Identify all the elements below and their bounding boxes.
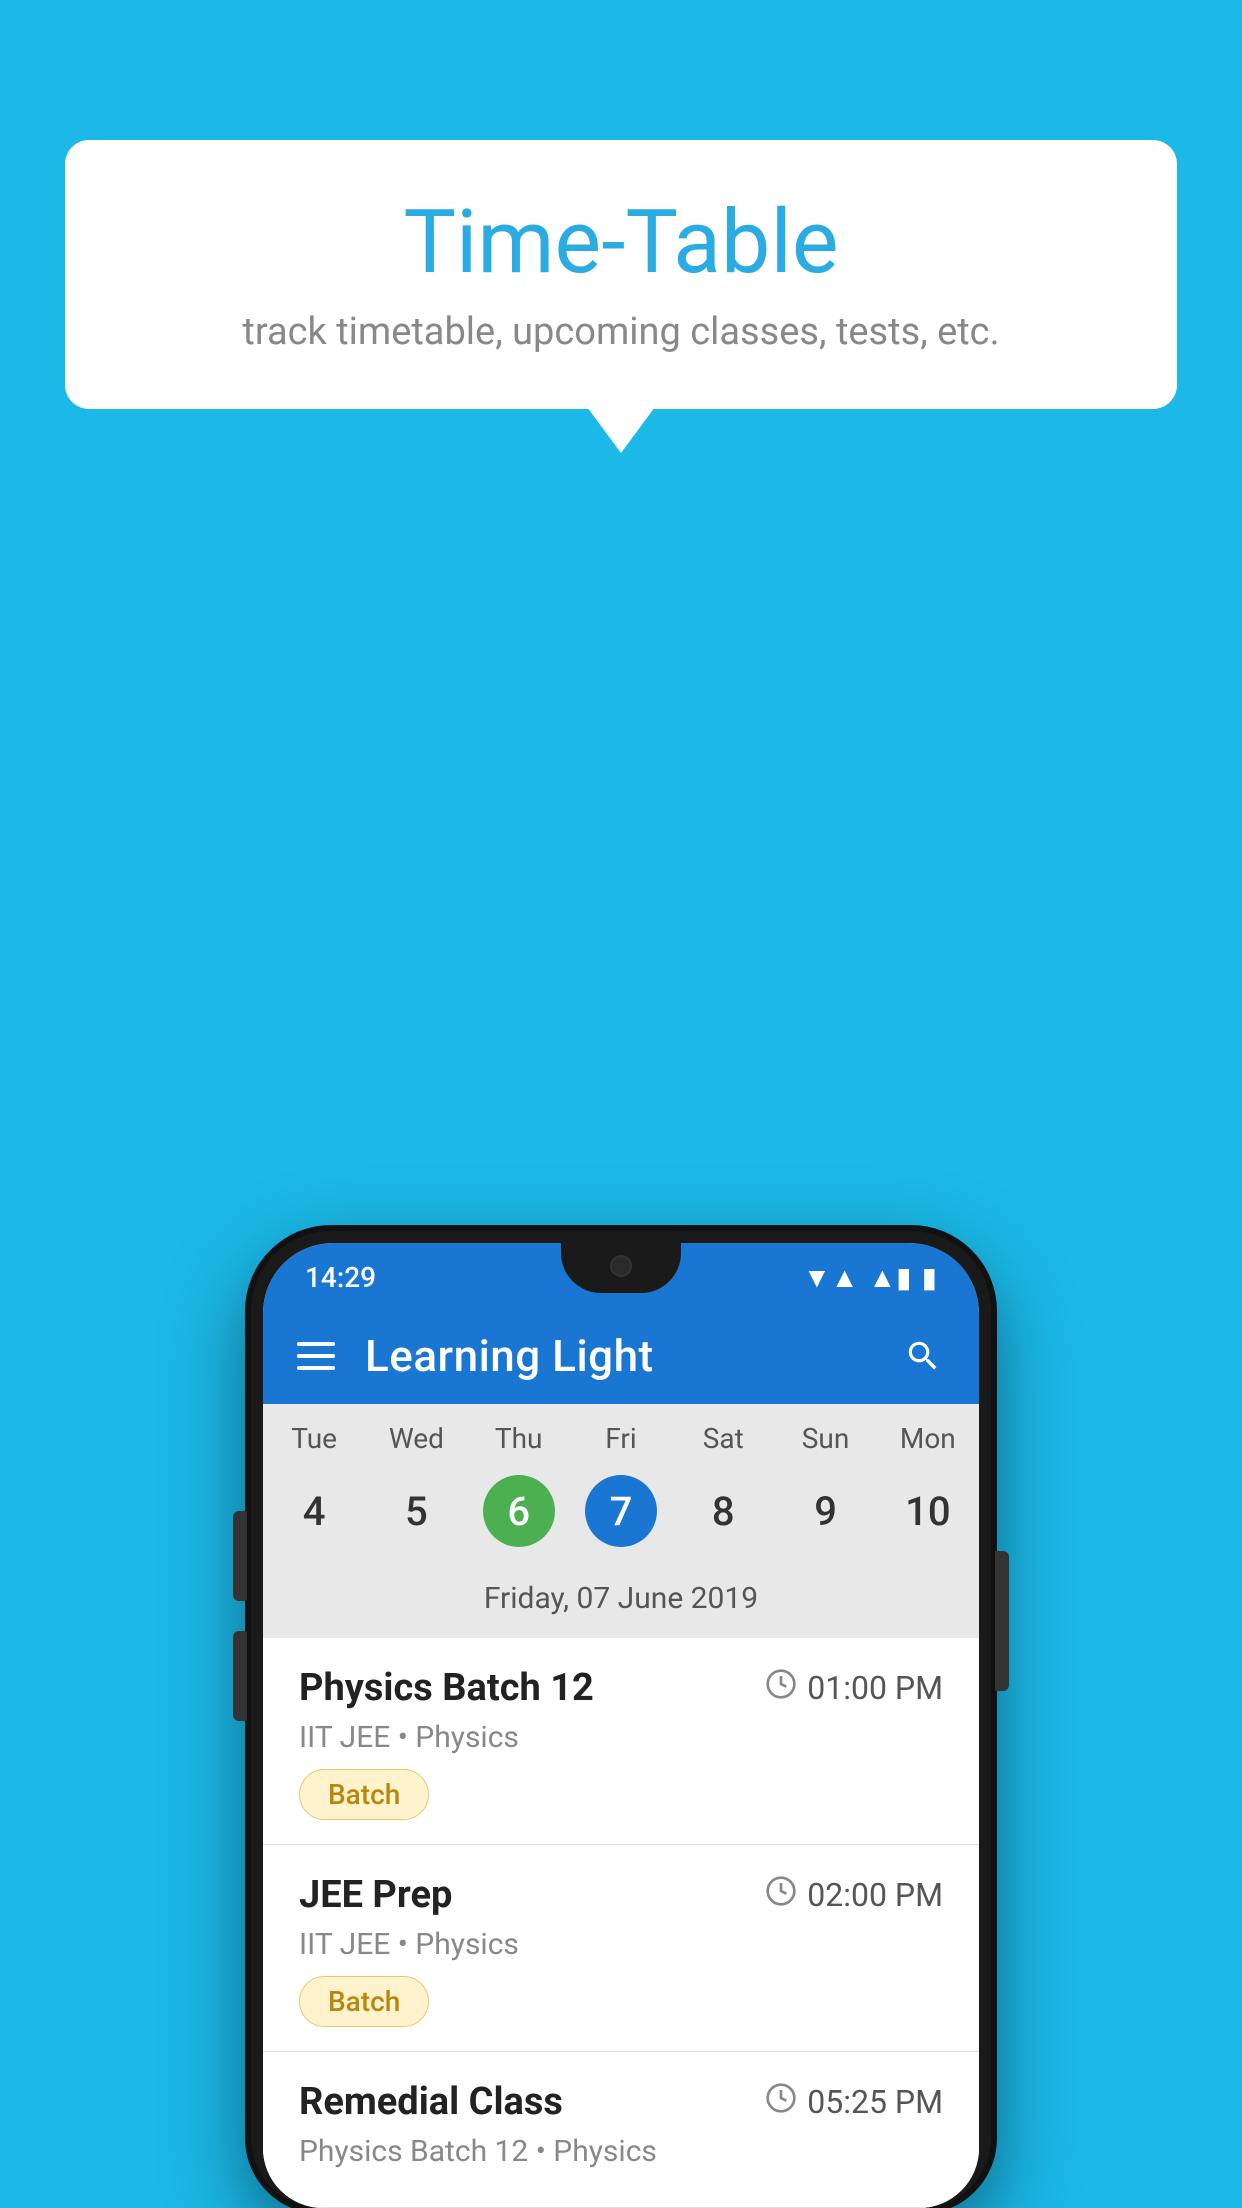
day-7-circle[interactable]: 7 xyxy=(585,1475,657,1547)
day-8[interactable]: 8 xyxy=(672,1463,774,1559)
schedule-time-3: 05:25 PM xyxy=(765,2082,943,2122)
menu-line-1 xyxy=(297,1342,335,1346)
day-6-circle[interactable]: 6 xyxy=(483,1475,555,1547)
day-6[interactable]: 6 xyxy=(468,1463,570,1559)
bubble-subtitle: track timetable, upcoming classes, tests… xyxy=(125,310,1117,354)
menu-button[interactable] xyxy=(297,1342,335,1370)
schedule-sub-3: Physics Batch 12 • Physics xyxy=(299,2134,943,2169)
phone-frame: 14:29 ▼▲ ▲▮ ▮ Learning Light xyxy=(251,1231,991,2208)
schedule-title-3: Remedial Class xyxy=(299,2080,563,2124)
search-button[interactable] xyxy=(901,1334,945,1378)
clock-icon-3 xyxy=(765,2082,797,2122)
speech-bubble: Time-Table track timetable, upcoming cla… xyxy=(65,140,1177,409)
day-header-tue: Tue xyxy=(263,1422,365,1455)
clock-icon-1 xyxy=(765,1668,797,1708)
day-headers: Tue Wed Thu Fri Sat Sun Mon xyxy=(263,1422,979,1455)
app-title: Learning Light xyxy=(365,1330,901,1382)
wifi-icon: ▼▲ xyxy=(803,1261,858,1294)
schedule-item-1[interactable]: Physics Batch 12 01:00 PM IIT JEE • P xyxy=(263,1638,979,1845)
battery-icon: ▮ xyxy=(922,1261,937,1294)
schedule-time-1: 01:00 PM xyxy=(765,1668,943,1708)
front-camera xyxy=(610,1255,632,1277)
schedule-header-3: Remedial Class 05:25 PM xyxy=(299,2080,943,2124)
time-text-2: 02:00 PM xyxy=(807,1876,943,1914)
day-header-mon: Mon xyxy=(877,1422,979,1455)
clock-icon-2 xyxy=(765,1875,797,1915)
schedule-item-3[interactable]: Remedial Class 05:25 PM Physics Batch xyxy=(263,2052,979,2208)
app-bar: Learning Light xyxy=(263,1308,979,1404)
schedule-header-2: JEE Prep 02:00 PM xyxy=(299,1873,943,1917)
batch-tag-2: Batch xyxy=(299,1976,429,2027)
status-icons: ▼▲ ▲▮ ▮ xyxy=(803,1261,937,1294)
schedule-title-1: Physics Batch 12 xyxy=(299,1666,594,1710)
schedule-time-2: 02:00 PM xyxy=(765,1875,943,1915)
menu-line-3 xyxy=(297,1366,335,1370)
schedule-sub-2: IIT JEE • Physics xyxy=(299,1927,943,1962)
time-text-1: 01:00 PM xyxy=(807,1669,943,1707)
day-7[interactable]: 7 xyxy=(570,1463,672,1559)
batch-tag-1: Batch xyxy=(299,1769,429,1820)
status-time: 14:29 xyxy=(305,1261,376,1294)
day-4[interactable]: 4 xyxy=(263,1463,365,1559)
schedule-sub-1: IIT JEE • Physics xyxy=(299,1720,943,1755)
day-header-fri: Fri xyxy=(570,1422,672,1455)
day-header-thu: Thu xyxy=(468,1422,570,1455)
selected-date: Friday, 07 June 2019 xyxy=(263,1573,979,1630)
signal-icon: ▲▮ xyxy=(868,1261,911,1294)
schedule-item-2[interactable]: JEE Prep 02:00 PM IIT JEE • Physics xyxy=(263,1845,979,2052)
day-10[interactable]: 10 xyxy=(877,1463,979,1559)
day-5[interactable]: 5 xyxy=(365,1463,467,1559)
phone-screen: 14:29 ▼▲ ▲▮ ▮ Learning Light xyxy=(263,1243,979,2208)
phone-notch xyxy=(561,1243,681,1293)
calendar-strip: Tue Wed Thu Fri Sat Sun Mon 4 5 6 7 xyxy=(263,1404,979,1638)
schedule-title-2: JEE Prep xyxy=(299,1873,452,1917)
day-9[interactable]: 9 xyxy=(774,1463,876,1559)
schedule-list: Physics Batch 12 01:00 PM IIT JEE • P xyxy=(263,1638,979,2208)
schedule-header-1: Physics Batch 12 01:00 PM xyxy=(299,1666,943,1710)
menu-line-2 xyxy=(297,1354,335,1358)
day-header-sun: Sun xyxy=(774,1422,876,1455)
day-numbers[interactable]: 4 5 6 7 8 9 10 xyxy=(263,1463,979,1559)
bubble-title: Time-Table xyxy=(125,195,1117,292)
speech-bubble-container: Time-Table track timetable, upcoming cla… xyxy=(65,140,1177,409)
time-text-3: 05:25 PM xyxy=(807,2083,943,2121)
day-header-wed: Wed xyxy=(365,1422,467,1455)
phone-wrapper: 14:29 ▼▲ ▲▮ ▮ Learning Light xyxy=(251,1231,991,2208)
day-header-sat: Sat xyxy=(672,1422,774,1455)
